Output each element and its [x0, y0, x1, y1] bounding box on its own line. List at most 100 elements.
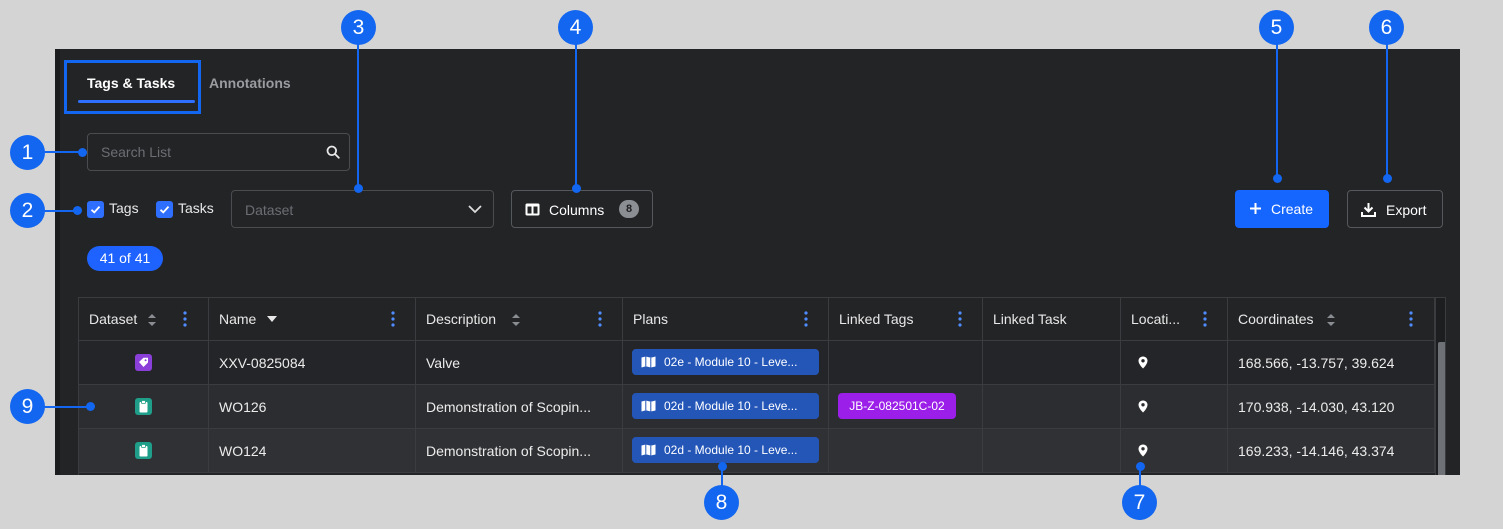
coordinates-cell: 168.566, -13.757, 39.624 [1228, 341, 1435, 385]
plan-chip-label: 02e - Module 10 - Leve... [664, 355, 798, 369]
table-row[interactable]: WO124 Demonstration of Scopin... 02d - M… [79, 429, 1435, 473]
linked-tag-chip[interactable]: JB-Z-082501C-02 [838, 393, 956, 419]
callout-anchor-dot [1383, 174, 1392, 183]
row-name: XXV-0825084 [219, 355, 306, 371]
column-header-description[interactable]: Description [416, 298, 623, 341]
map-pin-icon[interactable] [1138, 400, 1148, 413]
tags-checkbox[interactable] [87, 201, 104, 218]
columns-count-badge: 8 [619, 200, 639, 218]
callout-3: 3 [341, 10, 376, 45]
column-header-coordinates[interactable]: Coordinates [1228, 298, 1435, 341]
linked-tags-cell [829, 429, 983, 473]
dataset-cell [79, 385, 209, 429]
table-scrollbar[interactable] [1435, 298, 1445, 475]
checkmark-icon [159, 205, 170, 214]
create-button-label: Create [1271, 201, 1314, 217]
column-header-label: Dataset [89, 311, 138, 327]
column-header-linked-tags[interactable]: Linked Tags [829, 298, 983, 341]
column-menu-icon[interactable] [391, 311, 395, 327]
linked-task-cell [983, 341, 1121, 385]
columns-button[interactable]: Columns 8 [511, 190, 653, 228]
name-cell: XXV-0825084 [209, 341, 416, 385]
create-button[interactable]: Create [1235, 190, 1329, 228]
clipboard-icon [135, 398, 152, 415]
map-pin-icon[interactable] [1138, 356, 1148, 369]
linked-task-cell [983, 385, 1121, 429]
sort-icon[interactable] [511, 313, 521, 327]
map-icon [641, 356, 656, 368]
sort-icon[interactable] [147, 313, 157, 327]
callout-anchor-dot [78, 148, 87, 157]
tasks-checkbox[interactable] [156, 201, 173, 218]
callout-6: 6 [1369, 10, 1404, 45]
chevron-down-icon [468, 205, 482, 214]
callout-5: 5 [1259, 10, 1294, 45]
clipboard-icon [135, 442, 152, 459]
coordinates-cell: 170.938, -14.030, 43.120 [1228, 385, 1435, 429]
plan-chip[interactable]: 02e - Module 10 - Leve... [632, 349, 819, 375]
search-input[interactable] [88, 134, 318, 170]
sort-icon[interactable] [1326, 313, 1336, 327]
description-cell: Demonstration of Scopin... [416, 385, 623, 429]
column-header-plans[interactable]: Plans [623, 298, 829, 341]
tags-tasks-panel: Tags & Tasks Annotations Tags Tasks Data… [55, 49, 1460, 475]
row-name: WO126 [219, 399, 267, 415]
callout-anchor-dot [1136, 462, 1145, 471]
table-row[interactable]: XXV-0825084 Valve 02e - Module 10 - Leve… [79, 341, 1435, 385]
callout-anchor-dot [1273, 174, 1282, 183]
plan-chip-label: 02d - Module 10 - Leve... [664, 399, 798, 413]
name-cell: WO126 [209, 385, 416, 429]
callout-7: 7 [1122, 485, 1157, 520]
tab-highlight-box [64, 60, 201, 114]
scrollbar-thumb[interactable] [1438, 342, 1445, 475]
column-menu-icon[interactable] [958, 311, 962, 327]
sort-desc-icon[interactable] [267, 316, 277, 323]
column-menu-icon[interactable] [804, 311, 808, 327]
callout-9: 9 [10, 389, 45, 424]
row-description: Demonstration of Scopin... [426, 443, 591, 459]
dataset-cell [79, 429, 209, 473]
plan-chip[interactable]: 02d - Module 10 - Leve... [632, 393, 819, 419]
export-button-label: Export [1386, 202, 1427, 218]
column-menu-icon[interactable] [1409, 311, 1413, 327]
column-header-label: Name [219, 311, 257, 327]
table-row[interactable]: WO126 Demonstration of Scopin... 02d - M… [79, 385, 1435, 429]
export-button[interactable]: Export [1347, 190, 1443, 228]
column-header-label: Plans [633, 311, 669, 327]
tasks-checkbox-label: Tasks [178, 200, 214, 216]
tag-icon [135, 354, 152, 371]
columns-icon [525, 203, 540, 216]
search-icon[interactable] [326, 145, 340, 159]
callout-connector [43, 406, 91, 408]
linked-task-cell [983, 429, 1121, 473]
column-header-label: Locati... [1131, 311, 1181, 327]
tab-annotations[interactable]: Annotations [209, 75, 291, 91]
column-header-label: Coordinates [1238, 311, 1314, 327]
map-pin-icon[interactable] [1138, 444, 1148, 457]
callout-anchor-dot [572, 184, 581, 193]
coordinates-cell: 169.233, -14.146, 43.374 [1228, 429, 1435, 473]
row-description: Valve [426, 355, 460, 371]
callout-anchor-dot [86, 402, 95, 411]
column-menu-icon[interactable] [598, 311, 602, 327]
column-header-dataset[interactable]: Dataset [79, 298, 209, 341]
name-cell: WO124 [209, 429, 416, 473]
column-menu-icon[interactable] [183, 311, 187, 327]
callout-connector [1276, 40, 1278, 179]
callout-connector [1386, 40, 1388, 179]
row-name: WO124 [219, 443, 267, 459]
plan-chip[interactable]: 02d - Module 10 - Leve... [632, 437, 819, 463]
column-menu-icon[interactable] [1203, 311, 1207, 327]
callout-connector [357, 40, 359, 190]
column-header-name[interactable]: Name [209, 298, 416, 341]
column-header-label: Linked Tags [839, 311, 914, 327]
column-header-linked-task[interactable]: Linked Task [983, 298, 1121, 341]
plans-cell: 02d - Module 10 - Leve... [623, 385, 829, 429]
callout-8: 8 [704, 485, 739, 520]
column-header-location[interactable]: Locati... [1121, 298, 1228, 341]
callout-anchor-dot [73, 206, 82, 215]
callout-connector [575, 40, 577, 190]
plus-icon [1250, 203, 1261, 214]
dataset-select[interactable]: Dataset [231, 190, 494, 228]
columns-button-label: Columns [549, 202, 605, 218]
